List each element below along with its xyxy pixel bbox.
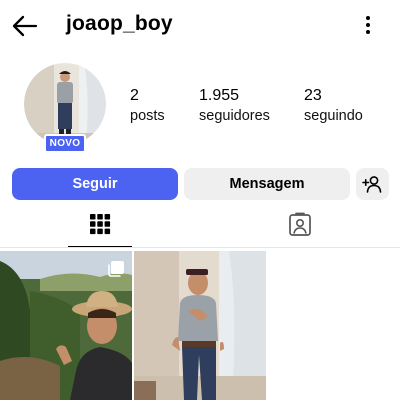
following-label: seguindo [304, 108, 363, 124]
add-person-icon [362, 176, 382, 193]
tabs-divider [0, 247, 400, 248]
followers-count: 1.955 [199, 87, 240, 104]
followers-count-stat[interactable]: 1.955 seguidores [199, 87, 270, 124]
profile-header: joaop_boy [0, 0, 400, 52]
follow-button[interactable]: Seguir [12, 168, 178, 200]
tab-tagged[interactable] [268, 208, 332, 248]
more-vertical-icon [366, 16, 370, 34]
arrow-left-icon [12, 15, 38, 37]
avatar-photo [24, 63, 106, 145]
posts-count: 2 [130, 87, 139, 104]
following-count: 23 [304, 87, 322, 104]
new-user-badge: NOVO [44, 134, 86, 153]
suggest-users-button[interactable] [356, 168, 389, 200]
followers-label: seguidores [199, 108, 270, 124]
message-button[interactable]: Mensagem [184, 168, 350, 200]
multiple-photos-icon [108, 261, 124, 277]
tab-posts-grid[interactable] [68, 208, 132, 248]
posts-count-stat[interactable]: 2 posts [130, 87, 165, 124]
post-thumbnail[interactable] [134, 251, 266, 400]
profile-username: joaop_boy [66, 12, 173, 35]
post-thumbnail[interactable] [0, 251, 132, 400]
profile-tabs [0, 208, 400, 248]
tagged-person-icon [289, 212, 311, 236]
following-count-stat[interactable]: 23 seguindo [304, 87, 363, 124]
back-button[interactable] [10, 12, 40, 40]
posts-label: posts [130, 108, 165, 124]
grid-icon [90, 214, 111, 235]
profile-avatar[interactable] [24, 63, 106, 145]
more-options-button[interactable] [356, 12, 380, 40]
post-photo [134, 251, 266, 400]
